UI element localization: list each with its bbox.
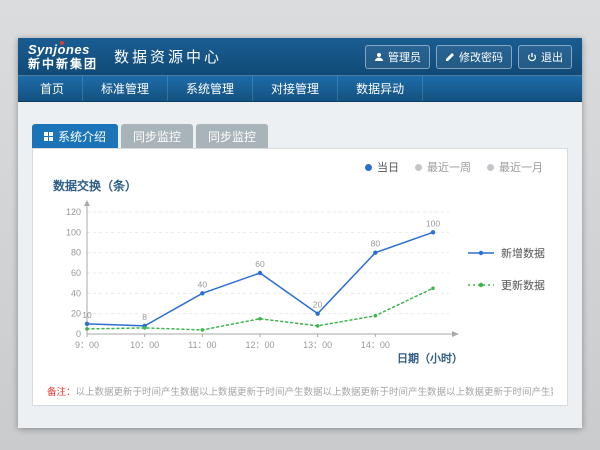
dot-icon [415, 164, 422, 171]
logout-button[interactable]: 退出 [518, 45, 572, 69]
y-axis-title: 数据交换（条） [53, 177, 553, 194]
svg-text:8: 8 [142, 312, 147, 322]
logout-label: 退出 [541, 49, 563, 65]
series-legend: 新增数据更新数据 [467, 198, 551, 368]
series-legend-label: 更新数据 [501, 277, 545, 293]
series-legend-item[interactable]: 新增数据 [467, 245, 551, 261]
tab-label: 系统介绍 [58, 128, 106, 145]
remark-text: 以上数据更新于时间产生数据以上数据更新于时间产生数据以上数据更新于时间产生数据以… [76, 387, 553, 398]
svg-text:10: 10 [82, 310, 92, 320]
app-title: 数据资源中心 [114, 46, 222, 67]
nav-item-data-change[interactable]: 数据异动 [338, 76, 423, 101]
remark: 备注：以上数据更新于时间产生数据以上数据更新于时间产生数据以上数据更新于时间产生… [47, 384, 553, 398]
dot-icon [365, 164, 372, 171]
svg-text:100: 100 [66, 227, 81, 237]
top-header: Synjones 新中新集团 数据资源中心 管理员 修改密码 退出 [18, 38, 582, 75]
dot-icon [487, 164, 494, 171]
app-window: Synjones 新中新集团 数据资源中心 管理员 修改密码 退出 首页 标准管… [18, 38, 582, 428]
nav-item-system-mgmt[interactable]: 系统管理 [168, 76, 253, 101]
tab-bar: 系统介绍 同步监控 同步监控 [32, 124, 568, 148]
svg-text:11：00: 11：00 [188, 340, 216, 350]
svg-text:0: 0 [76, 329, 81, 339]
change-password-button[interactable]: 修改密码 [436, 45, 512, 69]
page-content: 系统介绍 同步监控 同步监控 当日 最近一周 [18, 102, 582, 428]
nav-item-standard-mgmt[interactable]: 标准管理 [83, 76, 168, 101]
svg-text:20: 20 [313, 300, 323, 310]
user-icon [374, 52, 384, 62]
svg-text:60: 60 [71, 268, 81, 278]
filter-label: 最近一月 [499, 159, 543, 175]
main-nav: 首页 标准管理 系统管理 对接管理 数据异动 [18, 75, 582, 102]
tab-label: 同步监控 [133, 128, 181, 145]
svg-text:80: 80 [71, 248, 81, 258]
brand-logo: Synjones 新中新集团 [28, 43, 98, 70]
svg-text:12：00: 12：00 [245, 340, 274, 350]
svg-text:80: 80 [371, 239, 381, 249]
admin-button[interactable]: 管理员 [365, 45, 430, 69]
svg-text:13：00: 13：00 [303, 340, 332, 350]
logo-text: Synjones [28, 43, 98, 56]
filter-today[interactable]: 当日 [365, 159, 399, 175]
period-filters: 当日 最近一周 最近一月 [47, 159, 553, 175]
line-chart: 0 20 40 60 80 100 120 9：00 10：00 11：00 12：00 13：00 1… [47, 198, 467, 368]
tab-label: 同步监控 [208, 128, 256, 145]
content-card: 当日 最近一周 最近一月 数据交换（条） 0 20 40 60 80 100 120 9：00… [32, 148, 568, 406]
logo-dot-icon [60, 41, 64, 45]
admin-label: 管理员 [388, 49, 421, 65]
tab-sync-monitor-2[interactable]: 同步监控 [196, 124, 268, 148]
series-legend-item[interactable]: 更新数据 [467, 277, 551, 293]
svg-text:40: 40 [71, 288, 81, 298]
company-name: 新中新集团 [28, 58, 98, 70]
filter-label: 当日 [377, 159, 399, 175]
chart-area: 0 20 40 60 80 100 120 9：00 10：00 11：00 12：00 13：00 1… [47, 198, 553, 368]
tab-sync-monitor-1[interactable]: 同步监控 [121, 124, 193, 148]
svg-text:40: 40 [198, 279, 208, 289]
svg-text:10：00: 10：00 [130, 340, 159, 350]
svg-text:60: 60 [255, 259, 265, 269]
svg-text:14：00: 14：00 [361, 340, 390, 350]
svg-text:20: 20 [71, 309, 81, 319]
grid-icon [44, 132, 53, 141]
filter-last-month[interactable]: 最近一月 [487, 159, 543, 175]
svg-text:120: 120 [66, 207, 81, 217]
svg-text:日期（小时）: 日期（小时） [397, 351, 463, 365]
filter-label: 最近一周 [427, 159, 471, 175]
legend-line-sample-icon [467, 248, 495, 258]
nav-item-home[interactable]: 首页 [22, 76, 83, 101]
svg-text:100: 100 [426, 218, 440, 228]
change-password-label: 修改密码 [459, 49, 503, 65]
nav-item-connection-mgmt[interactable]: 对接管理 [253, 76, 338, 101]
tab-system-intro[interactable]: 系统介绍 [32, 124, 118, 148]
user-actions: 管理员 修改密码 退出 [365, 45, 572, 69]
power-icon [527, 52, 537, 62]
svg-text:9：00: 9：00 [75, 340, 99, 350]
legend-line-sample-icon [467, 280, 495, 290]
filter-last-week[interactable]: 最近一周 [415, 159, 471, 175]
remark-label: 备注： [47, 387, 76, 398]
edit-icon [445, 52, 455, 62]
series-legend-label: 新增数据 [501, 245, 545, 261]
